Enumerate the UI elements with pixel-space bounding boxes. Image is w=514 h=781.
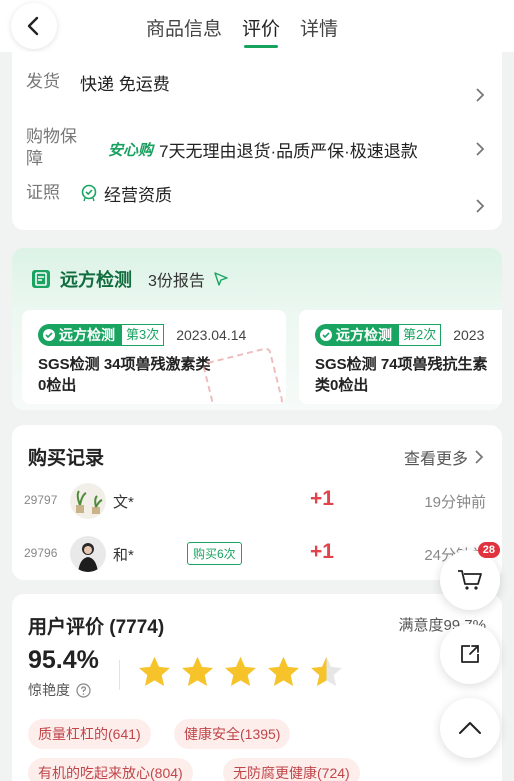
plant-avatar-image [70, 483, 106, 519]
inspection-times: 第2次 [398, 324, 442, 346]
license-text: 经营资质 [104, 185, 172, 205]
shipping-value: 快递 免运费 [80, 74, 170, 94]
avatar [70, 536, 106, 572]
purchase-records-card: 购买记录 查看更多 29797 文* +1 19分钟前 29796 和* 购买6… [12, 425, 502, 580]
review-tag[interactable]: 健康安全(1395) [174, 719, 291, 749]
inspection-card: 远方检测 3份报告 远方检测 第3次 2023.04.14 SGS检测 34项兽… [12, 248, 502, 410]
report-card[interactable]: 远方检测 第3次 2023.04.14 SGS检测 34项兽残激素类0检出 [22, 310, 286, 404]
records-title: 购买记录 [28, 448, 105, 469]
tab-details[interactable]: 详情 [300, 14, 338, 44]
back-button[interactable] [11, 3, 57, 49]
inspection-badge-label: 远方检测 [336, 327, 392, 343]
inspection-badge: 远方检测 [38, 324, 121, 346]
inspection-title: 远方检测 [60, 270, 132, 290]
star-rating [136, 654, 345, 690]
top-nav: 商品信息 评价 详情 [0, 0, 514, 52]
report-card[interactable]: 远方检测 第2次 2023 SGS检测 74项兽残抗生素类0检出 [299, 310, 502, 404]
report-summary: SGS检测 74项兽残抗生素类0检出 [315, 356, 488, 394]
check-seal-icon [43, 329, 55, 341]
license-badge-icon [81, 184, 97, 202]
check-seal-icon [320, 329, 332, 341]
record-id: 29797 [24, 493, 58, 507]
tab-product-info[interactable]: 商品信息 [146, 14, 222, 44]
anxin-brand-label: 安心购 [108, 142, 154, 159]
report-date: 2023.04.14 [176, 327, 247, 343]
record-quantity: +1 [310, 540, 334, 563]
license-label: 证照 [26, 183, 60, 202]
guarantee-value: 安心购 7天无理由退货·品质严保·极速退款 [108, 137, 418, 162]
record-row: 29797 文* +1 19分钟前 [12, 481, 502, 521]
record-quantity: +1 [310, 487, 334, 510]
review-tag[interactable]: 质量杠杠的(641) [28, 719, 151, 749]
record-id: 29796 [24, 546, 58, 560]
star-icon [182, 656, 213, 686]
report-count: 3份报告 [148, 273, 205, 290]
person-avatar-image [70, 536, 106, 572]
amazement-label-row: 惊艳度 [28, 680, 91, 700]
help-icon[interactable] [76, 682, 91, 698]
inspection-badge-label: 远方检测 [59, 327, 115, 343]
report-document-icon [32, 270, 50, 288]
half-star-icon [311, 656, 342, 686]
reviews-title: 用户评价 (7774) [28, 617, 165, 638]
amazement-score: 95.4% [28, 646, 99, 674]
share-button[interactable] [440, 624, 500, 684]
amazement-label: 惊艳度 [28, 682, 70, 698]
star-icon [268, 656, 299, 686]
chevron-right-icon [476, 142, 485, 156]
chevron-right-icon [475, 450, 484, 464]
cart-count-badge: 28 [477, 542, 500, 558]
guarantee-text: 7天无理由退货·品质严保·极速退款 [159, 142, 418, 161]
license-value: 经营资质 [80, 181, 172, 206]
tab-bar: 商品信息 评价 详情 [146, 14, 338, 48]
inspection-header[interactable]: 远方检测 3份报告 [30, 266, 229, 292]
record-time: 19分钟前 [424, 494, 486, 511]
view-more-link[interactable]: 查看更多 [404, 445, 484, 469]
review-tag[interactable]: 有机的吃起来放心(804) [28, 758, 193, 781]
report-badge-row: 远方检测 第3次 2023.04.14 [38, 324, 246, 346]
cart-button[interactable]: 28 [440, 542, 500, 610]
chevron-right-icon [476, 88, 485, 102]
chevron-up-icon [459, 722, 481, 734]
inspection-times: 第3次 [121, 324, 165, 346]
share-icon [461, 645, 479, 663]
shipping-label: 发货 [26, 72, 60, 91]
pointer-arrow-icon [214, 272, 228, 286]
report-summary: SGS检测 34项兽残激素类0检出 [38, 356, 211, 394]
user-reviews-card: 用户评价 (7774) 满意度99.7% 95.4% 惊艳度 质量杠杠的(641… [12, 594, 502, 781]
repeat-buyer-badge: 购买6次 [187, 542, 242, 565]
back-to-top-button[interactable] [440, 698, 500, 758]
tab-reviews[interactable]: 评价 [242, 14, 280, 48]
record-username: 和* [113, 547, 134, 564]
report-date: 2023 [453, 327, 485, 343]
avatar [70, 483, 106, 519]
report-badge-row: 远方检测 第2次 2023 [315, 324, 484, 346]
star-icon [139, 656, 170, 686]
view-more-label: 查看更多 [403, 451, 468, 468]
chevron-right-icon [476, 199, 485, 213]
back-arrow-icon [27, 16, 39, 36]
star-icon [225, 656, 256, 686]
guarantee-label: 购物保障 [26, 127, 77, 168]
review-tag[interactable]: 无防腐更健康(724) [223, 758, 360, 781]
record-row: 29796 和* 购买6次 +1 24分钟前 [12, 534, 502, 574]
service-info-card: 发货 快递 免运费 购物保障 安心购 7天无理由退货·品质严保·极速退款 证照 … [12, 52, 502, 230]
shopping-cart-icon [458, 570, 482, 590]
inspection-badge: 远方检测 [315, 324, 398, 346]
divider [119, 660, 120, 690]
record-username: 文* [113, 494, 134, 511]
